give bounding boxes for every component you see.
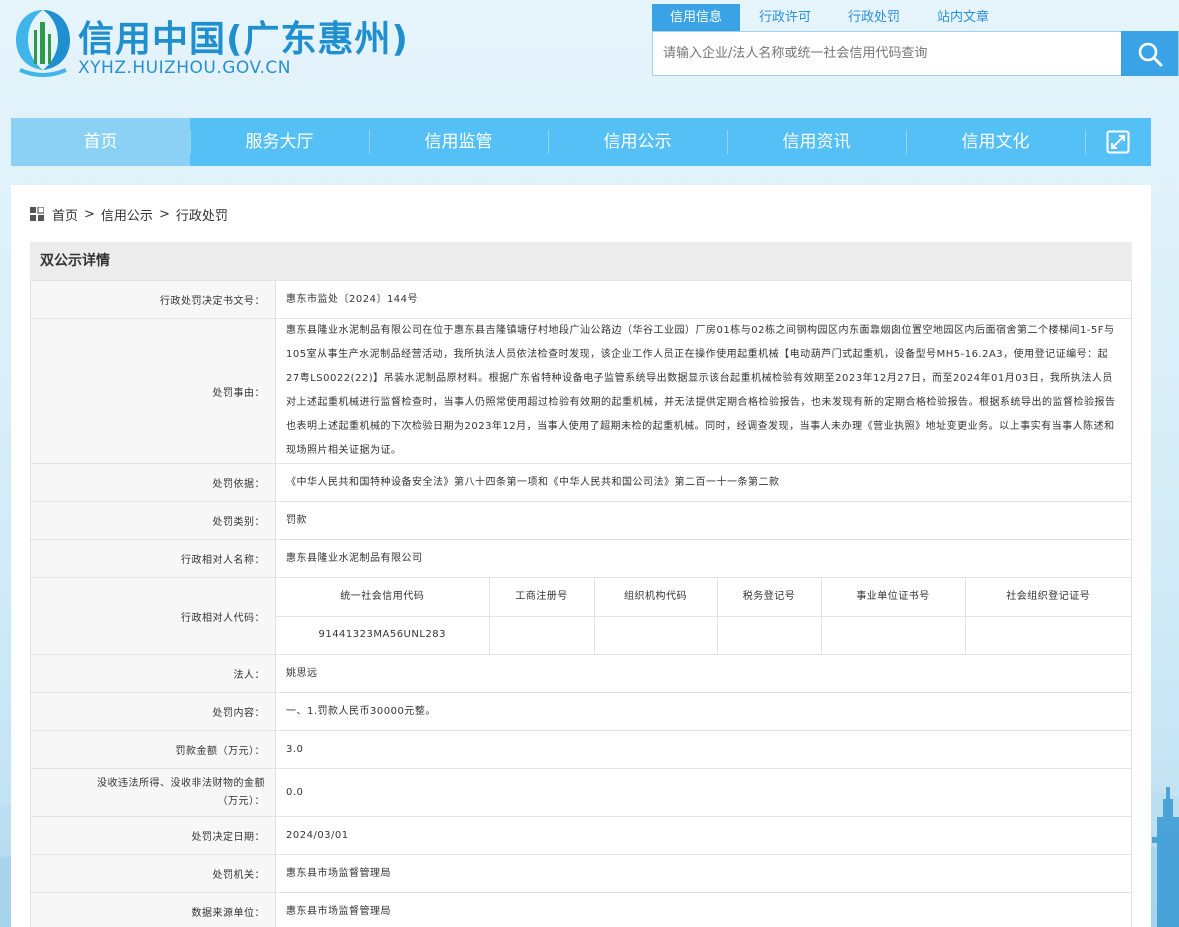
table-row: 法人： 姚思远 xyxy=(30,654,1132,693)
code-value-row: 91441323MA56UNL283 xyxy=(276,616,1131,654)
nav-item-credit-supervision[interactable]: 信用监管 xyxy=(369,118,548,166)
row-label: 处罚机关： xyxy=(30,854,276,893)
code-header-row: 统一社会信用代码 工商注册号 组织机构代码 税务登记号 事业单位证书号 社会组织… xyxy=(276,578,1131,617)
row-label: 行政相对人代码： xyxy=(30,577,276,655)
nav-item-home[interactable]: 首页 xyxy=(11,118,190,166)
nav-item-credit-news[interactable]: 信用资讯 xyxy=(727,118,906,166)
row-label: 处罚决定日期： xyxy=(30,816,276,855)
row-label: 处罚事由： xyxy=(30,318,276,464)
nav-item-credit-culture[interactable]: 信用文化 xyxy=(906,118,1085,166)
table-row: 没收违法所得、没收非法财物的金额（万元）： 0.0 xyxy=(30,768,1132,817)
row-value: 惠东县隆业水泥制品有限公司在位于惠东县吉隆镇塘仔村地段广汕公路边（华谷工业园）厂… xyxy=(275,318,1132,464)
grid-icon xyxy=(30,207,44,221)
detail-table: 行政处罚决定书文号： 惠东市监处〔2024〕144号 处罚事由： 惠东县隆业水泥… xyxy=(30,280,1132,927)
code-value xyxy=(488,616,595,654)
row-label: 行政相对人名称： xyxy=(30,539,276,578)
row-label: 处罚依据： xyxy=(30,463,276,502)
search-button[interactable] xyxy=(1121,31,1178,76)
nav-item-service-hall[interactable]: 服务大厅 xyxy=(190,118,369,166)
expand-icon xyxy=(1106,130,1129,154)
site-domain: XYHZ.HUIZHOU.GOV.CN xyxy=(78,58,291,78)
row-value: 惠东县市场监督管理局 xyxy=(275,854,1132,893)
content-panel: 首页 > 信用公示 > 行政处罚 双公示详情 行政处罚决定书文号： 惠东市监处〔… xyxy=(11,185,1151,927)
row-label: 数据来源单位： xyxy=(30,892,276,927)
code-value xyxy=(964,616,1131,654)
table-row: 行政处罚决定书文号： 惠东市监处〔2024〕144号 xyxy=(30,280,1132,319)
table-row: 处罚决定日期： 2024/03/01 xyxy=(30,816,1132,855)
row-value: 一、1.罚款人民币30000元整。 xyxy=(275,692,1132,731)
row-value: 统一社会信用代码 工商注册号 组织机构代码 税务登记号 事业单位证书号 社会组织… xyxy=(275,577,1132,655)
search-tabs: 信用信息 行政许可 行政处罚 站内文章 xyxy=(652,4,1008,31)
code-value xyxy=(716,616,822,654)
breadcrumb-credit-publicity[interactable]: 信用公示 xyxy=(101,205,153,224)
code-value xyxy=(593,616,718,654)
detail-section: 双公示详情 行政处罚决定书文号： 惠东市监处〔2024〕144号 处罚事由： 惠… xyxy=(30,242,1132,927)
table-row: 行政相对人代码： 统一社会信用代码 工商注册号 组织机构代码 税务登记号 事业单… xyxy=(30,577,1132,655)
breadcrumb-admin-penalty[interactable]: 行政处罚 xyxy=(176,205,228,224)
row-label: 处罚类别： xyxy=(30,501,276,540)
nav-expand-button[interactable] xyxy=(1085,118,1150,166)
row-value: 《中华人民共和国特种设备安全法》第八十四条第一项和《中华人民共和国公司法》第二百… xyxy=(275,463,1132,502)
row-label: 处罚内容： xyxy=(30,692,276,731)
row-value: 惠东县隆业水泥制品有限公司 xyxy=(275,539,1132,578)
row-value: 2024/03/01 xyxy=(275,816,1132,855)
search-input[interactable] xyxy=(653,32,1123,75)
code-header: 统一社会信用代码 xyxy=(276,578,490,617)
table-row: 处罚机关： 惠东县市场监督管理局 xyxy=(30,854,1132,893)
table-row: 处罚类别： 罚款 xyxy=(30,501,1132,540)
row-value: 罚款 xyxy=(275,501,1132,540)
breadcrumb: 首页 > 信用公示 > 行政处罚 xyxy=(30,205,228,224)
row-value: 惠东市监处〔2024〕144号 xyxy=(275,280,1132,319)
row-value: 3.0 xyxy=(275,730,1132,769)
search-tab-admin-permit[interactable]: 行政许可 xyxy=(741,4,829,31)
code-header: 税务登记号 xyxy=(716,578,822,617)
row-value: 0.0 xyxy=(275,768,1132,817)
party-code-table: 统一社会信用代码 工商注册号 组织机构代码 税务登记号 事业单位证书号 社会组织… xyxy=(276,578,1131,654)
breadcrumb-separator: > xyxy=(84,206,95,222)
table-row: 处罚事由： 惠东县隆业水泥制品有限公司在位于惠东县吉隆镇塘仔村地段广汕公路边（华… xyxy=(30,318,1132,464)
search-tab-site-articles[interactable]: 站内文章 xyxy=(919,4,1007,31)
table-row: 处罚内容： 一、1.罚款人民币30000元整。 xyxy=(30,692,1132,731)
code-value: 91441323MA56UNL283 xyxy=(276,616,490,654)
code-value xyxy=(820,616,966,654)
row-value: 惠东县市场监督管理局 xyxy=(275,892,1132,927)
code-header: 社会组织登记证号 xyxy=(964,578,1131,617)
row-label: 没收违法所得、没收非法财物的金额（万元）： xyxy=(30,768,276,817)
search-tab-credit-info[interactable]: 信用信息 xyxy=(652,4,740,31)
table-row: 罚款金额（万元）： 3.0 xyxy=(30,730,1132,769)
search-box xyxy=(652,31,1179,76)
code-header: 事业单位证书号 xyxy=(820,578,966,617)
breadcrumb-home[interactable]: 首页 xyxy=(52,205,78,224)
city-skyline-logo-icon[interactable] xyxy=(14,8,72,78)
code-header: 工商注册号 xyxy=(488,578,595,617)
site-title[interactable]: 信用中国(广东惠州) xyxy=(78,10,409,62)
search-tab-admin-penalty[interactable]: 行政处罚 xyxy=(830,4,918,31)
row-label: 行政处罚决定书文号： xyxy=(30,280,276,319)
table-row: 数据来源单位： 惠东县市场监督管理局 xyxy=(30,892,1132,927)
search-icon xyxy=(1138,42,1162,66)
detail-title: 双公示详情 xyxy=(30,242,1132,280)
row-value: 姚思远 xyxy=(275,654,1132,693)
table-row: 行政相对人名称： 惠东县隆业水泥制品有限公司 xyxy=(30,539,1132,578)
row-label: 罚款金额（万元）： xyxy=(30,730,276,769)
main-nav: 首页 服务大厅 信用监管 信用公示 信用资讯 信用文化 xyxy=(11,118,1151,166)
breadcrumb-separator: > xyxy=(158,206,170,222)
site-header: 信用中国(广东惠州) XYHZ.HUIZHOU.GOV.CN 信用信息 行政许可… xyxy=(0,0,1179,110)
code-header: 组织机构代码 xyxy=(593,578,718,617)
table-row: 处罚依据： 《中华人民共和国特种设备安全法》第八十四条第一项和《中华人民共和国公… xyxy=(30,463,1132,502)
row-label: 法人： xyxy=(30,654,276,693)
nav-item-credit-publicity[interactable]: 信用公示 xyxy=(548,118,727,166)
